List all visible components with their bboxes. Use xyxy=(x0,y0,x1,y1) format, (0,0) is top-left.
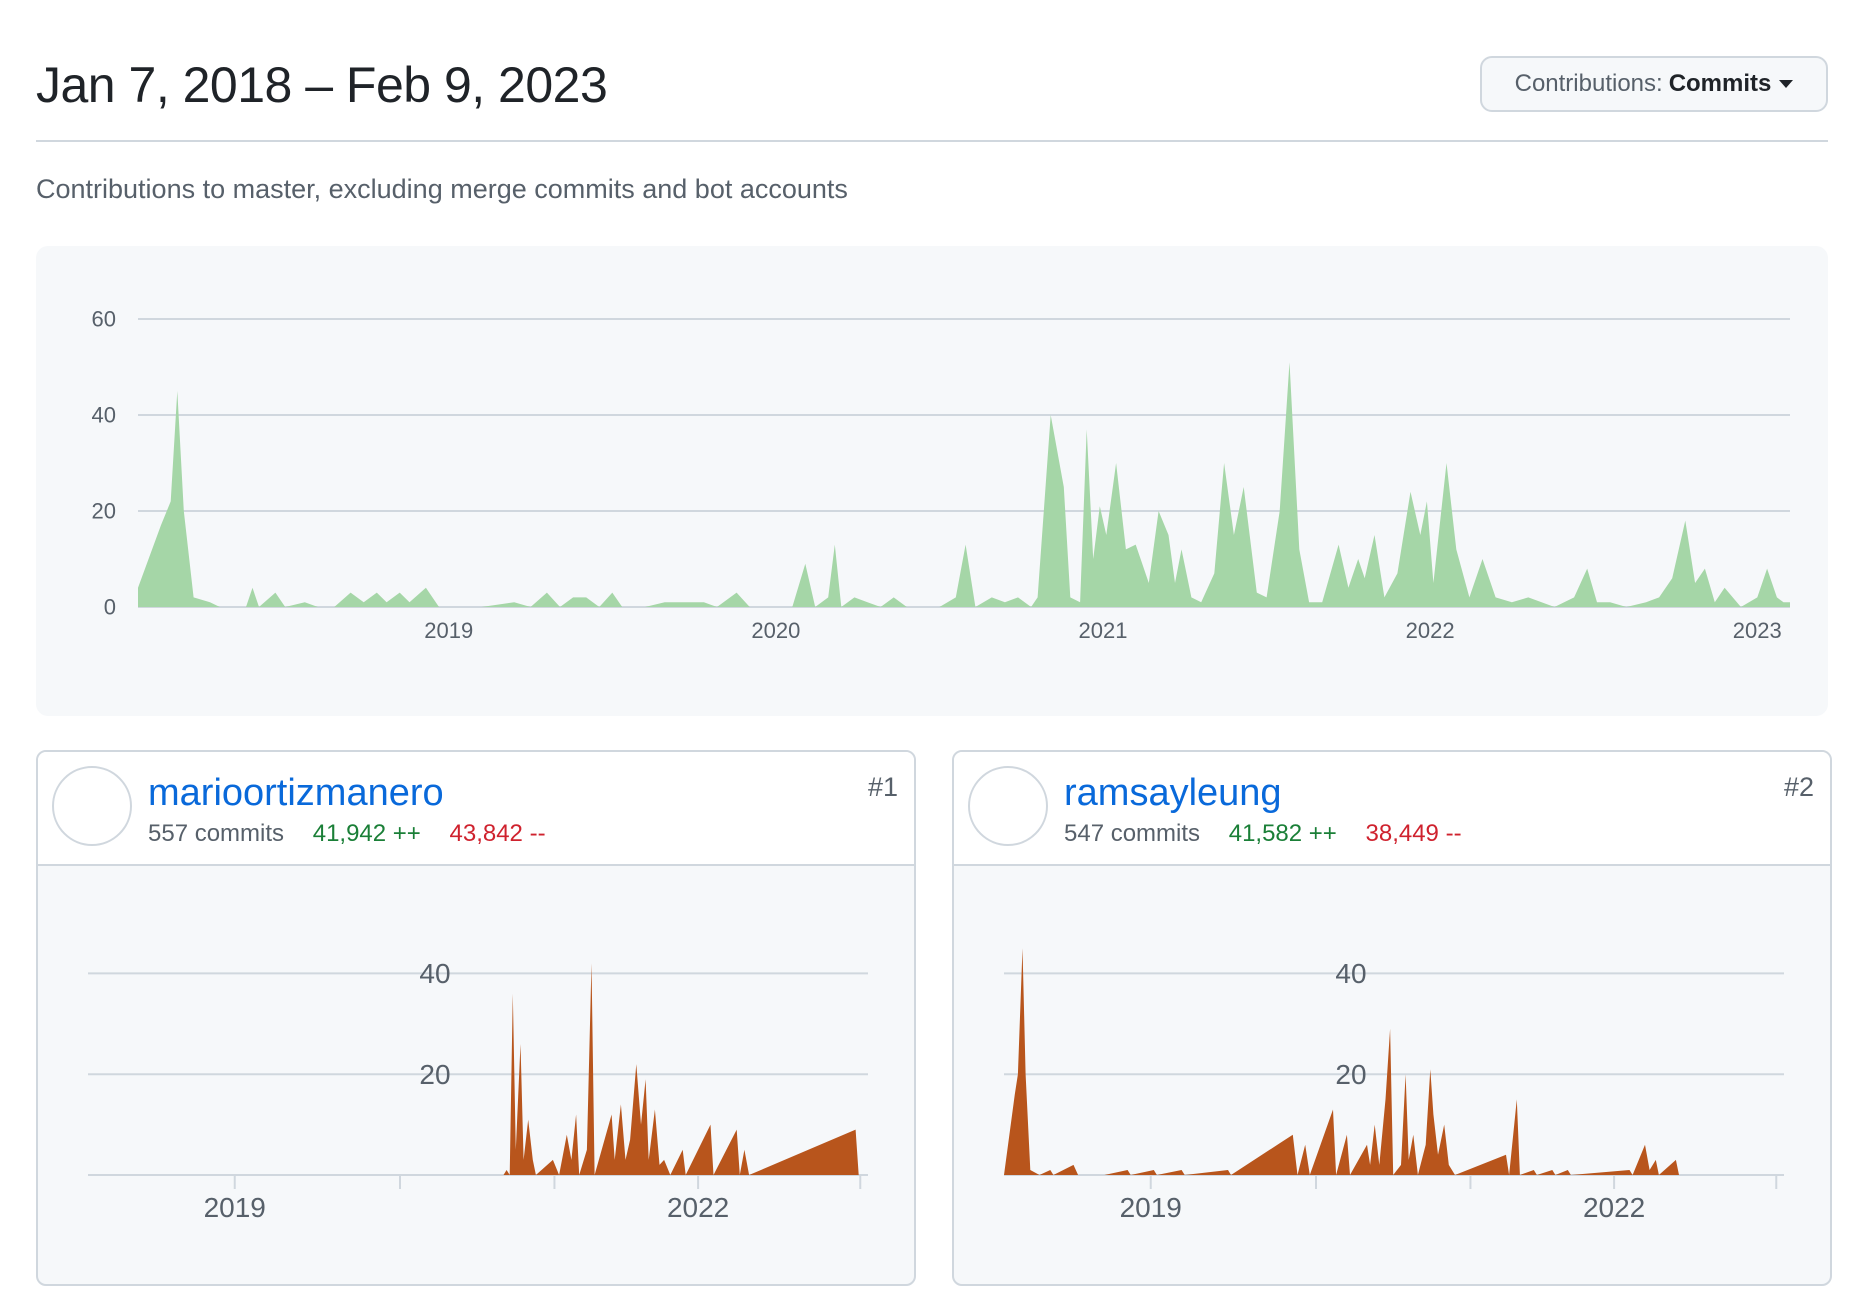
contributions-label: Contributions: xyxy=(1514,70,1663,97)
contributor-chart-svg: 20 40 2019 2022 xyxy=(1004,948,1784,1223)
deletions-count: 38,449 -- xyxy=(1365,820,1462,847)
contributor-rank: #1 xyxy=(867,772,898,802)
series-area xyxy=(88,963,859,1175)
contributor-username-link[interactable]: marioortizmanero xyxy=(148,772,444,815)
y-tick-label: 60 xyxy=(92,307,116,332)
contributor-rank: #2 xyxy=(1783,772,1814,802)
deletions-count: 43,842 -- xyxy=(449,820,546,847)
x-tick-label: 2023 xyxy=(1733,618,1782,643)
contributor-stats: 547 commits 41,582 ++ 38,449 -- xyxy=(1064,820,1462,848)
y-tick-label: 0 xyxy=(104,595,116,620)
main-contributions-chart: 0 20 40 60 2019 2020 2021 2022 2023 xyxy=(36,246,1828,716)
pixel-art-avatar-icon[interactable] xyxy=(968,766,1048,846)
y-tick-label: 20 xyxy=(92,499,116,524)
series-area xyxy=(138,362,1790,607)
x-tick-label: 2019 xyxy=(204,1192,266,1223)
y-tick-label: 40 xyxy=(92,403,116,428)
commit-count[interactable]: 557 commits xyxy=(148,820,284,847)
caret-down-icon xyxy=(1779,80,1794,88)
contributor-stats: 557 commits 41,942 ++ 43,842 -- xyxy=(148,820,546,848)
y-tick-label: 20 xyxy=(1335,1059,1366,1090)
contributor-username-link[interactable]: ramsayleung xyxy=(1064,772,1282,815)
contributions-dropdown-button[interactable]: Contributions: Commits xyxy=(1480,56,1828,112)
contributor-card-header: marioortizmanero 557 commits 41,942 ++ 4… xyxy=(38,752,914,866)
x-tick-label: 2022 xyxy=(1583,1192,1645,1223)
y-tick-label: 20 xyxy=(419,1059,450,1090)
contributions-value: Commits xyxy=(1668,70,1772,97)
x-tick-label: 2020 xyxy=(751,618,800,643)
contributor-card-header: ramsayleung 547 commits 41,582 ++ 38,449… xyxy=(954,752,1830,866)
x-tick-label: 2021 xyxy=(1079,618,1128,643)
y-tick-label: 40 xyxy=(1335,958,1366,989)
additions-count: 41,942 ++ xyxy=(312,820,421,847)
chart-description: Contributions to master, excluding merge… xyxy=(36,174,848,204)
date-range-title: Jan 7, 2018 – Feb 9, 2023 xyxy=(36,57,608,113)
commit-count[interactable]: 547 commits xyxy=(1064,820,1200,847)
additions-count: 41,582 ++ xyxy=(1228,820,1337,847)
x-tick-label: 2019 xyxy=(1120,1192,1182,1223)
x-tick-label: 2022 xyxy=(1406,618,1455,643)
page-header: Jan 7, 2018 – Feb 9, 2023 Contributions:… xyxy=(36,44,1828,142)
x-tick-label: 2019 xyxy=(424,618,473,643)
contributor-card: marioortizmanero 557 commits 41,942 ++ 4… xyxy=(36,750,916,1286)
contributor-chart-svg: 20 40 2019 2022 xyxy=(88,958,868,1223)
person-photo-icon[interactable] xyxy=(52,766,132,846)
y-tick-label: 40 xyxy=(419,958,450,989)
main-chart-svg: 0 20 40 60 2019 2020 2021 2022 2023 xyxy=(92,307,1790,643)
contributor-card: ramsayleung 547 commits 41,582 ++ 38,449… xyxy=(952,750,1832,1286)
x-tick-label: 2022 xyxy=(667,1192,729,1223)
